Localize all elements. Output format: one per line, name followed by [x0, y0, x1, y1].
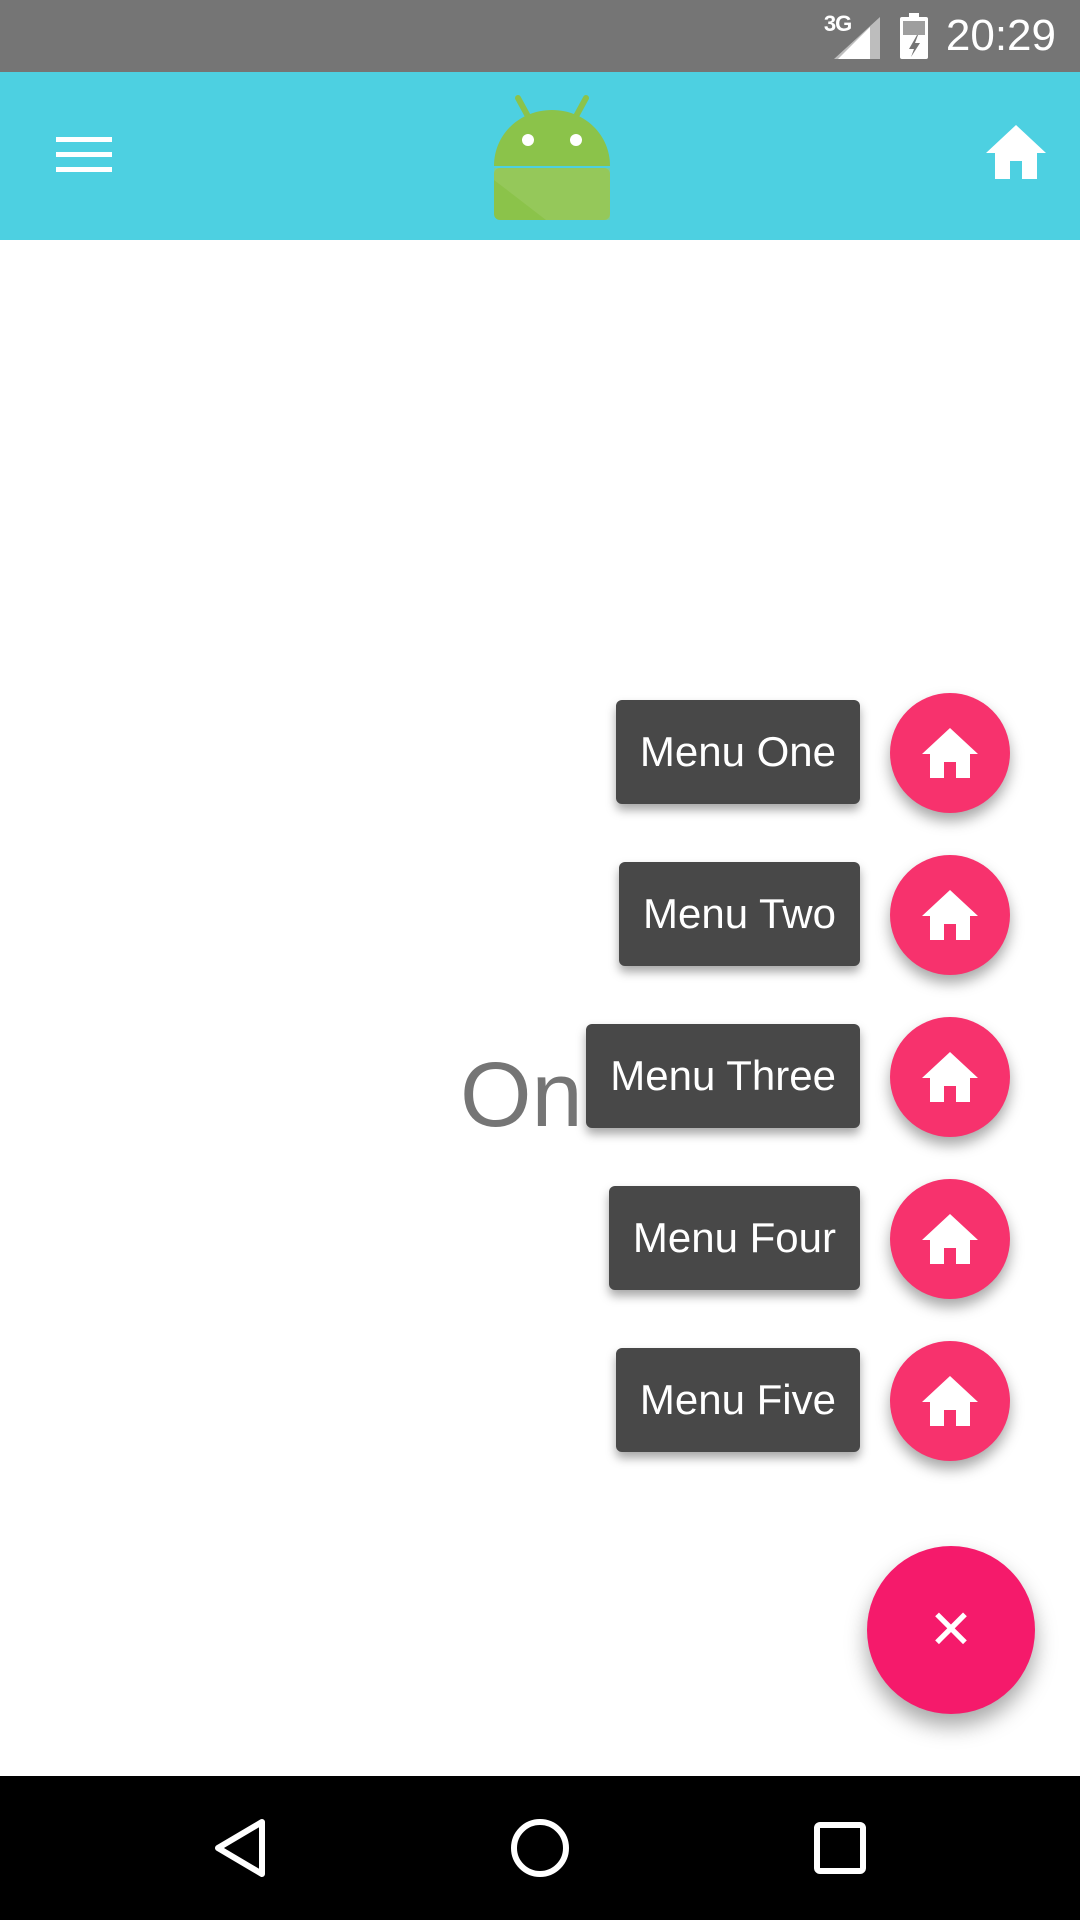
nav-recents-button[interactable]	[790, 1798, 890, 1898]
screen: 3G 20:29 One Menu One Menu Two Menu Thre…	[0, 0, 1080, 1920]
fab-menu-label[interactable]: Menu Two	[619, 862, 860, 966]
fab-menu-label[interactable]: Menu One	[615, 700, 860, 804]
fab-mini-button[interactable]	[890, 855, 1010, 975]
home-icon	[922, 1376, 978, 1426]
fab-menu-label[interactable]: Menu Four	[608, 1186, 860, 1290]
hamburger-menu-icon	[56, 127, 112, 182]
fab-menu-label[interactable]: Menu Three	[586, 1024, 860, 1128]
home-circle-icon	[511, 1819, 569, 1877]
clock: 20:29	[945, 11, 1056, 60]
app-bar	[0, 72, 1080, 240]
fab-mini-button[interactable]	[890, 1017, 1010, 1137]
battery-icon	[899, 13, 928, 59]
cell-signal: 3G	[824, 11, 882, 59]
status-icons: 3G 20:29	[824, 0, 1056, 72]
android-logo	[494, 95, 610, 220]
recents-icon	[814, 1822, 866, 1874]
fab-main-close-button[interactable]: ✕	[867, 1546, 1035, 1714]
close-icon: ✕	[928, 1598, 974, 1661]
home-icon	[922, 1214, 978, 1264]
home-action-button[interactable]	[980, 116, 1052, 188]
fab-mini-button[interactable]	[890, 693, 1010, 813]
nav-home-button[interactable]	[490, 1798, 590, 1898]
system-nav-bar	[0, 1776, 1080, 1920]
fab-menu-label[interactable]: Menu Five	[615, 1348, 860, 1452]
fab-mini-button[interactable]	[890, 1341, 1010, 1461]
fab-mini-button[interactable]	[890, 1179, 1010, 1299]
home-icon	[922, 1052, 978, 1102]
fab-menu: Menu One Menu Two Menu Three Menu Four M	[0, 0, 1080, 1920]
navigation-menu-button[interactable]	[30, 110, 138, 198]
fab-menu-item-five[interactable]: Menu Five	[0, 0, 1080, 1461]
signal-icon	[833, 17, 880, 59]
home-icon	[922, 728, 978, 778]
status-bar: 3G 20:29	[0, 0, 1080, 72]
home-icon	[986, 125, 1046, 179]
back-icon	[215, 1819, 265, 1877]
home-icon	[922, 890, 978, 940]
nav-back-button[interactable]	[190, 1798, 290, 1898]
